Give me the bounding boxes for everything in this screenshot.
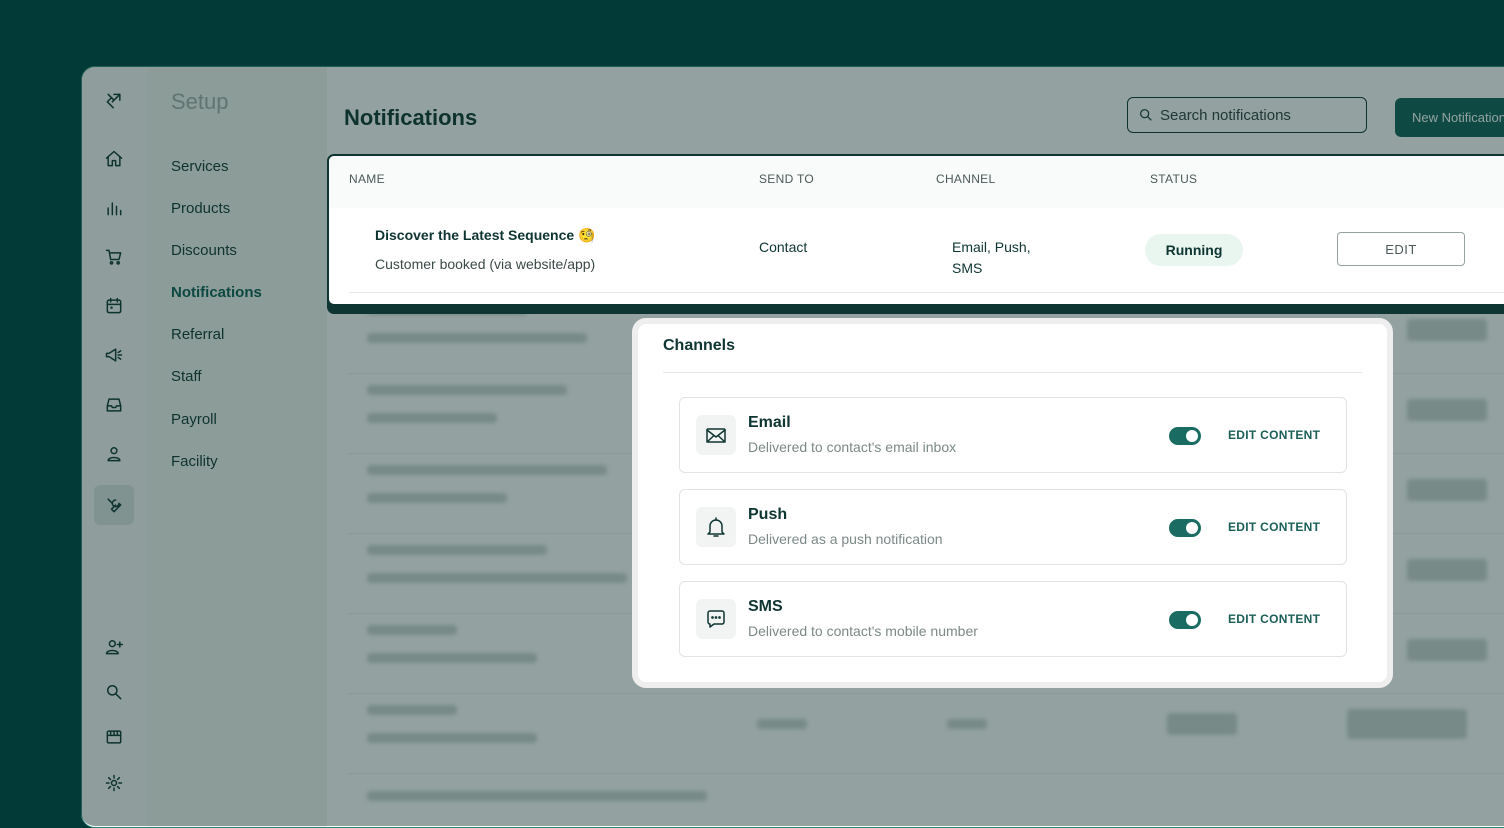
new-notification-button[interactable]: New Notification xyxy=(1395,98,1504,137)
nav-item-payroll[interactable]: Payroll xyxy=(171,411,217,428)
setup-title: Setup xyxy=(171,89,229,114)
icon-sidebar xyxy=(82,67,147,827)
store-icon[interactable] xyxy=(94,717,134,757)
main-content: Notifications Search notifications New N… xyxy=(327,67,1504,827)
table-row xyxy=(347,373,1504,454)
page-title: Notifications xyxy=(344,105,478,130)
cart-icon[interactable] xyxy=(94,237,134,277)
megaphone-icon[interactable] xyxy=(94,335,134,375)
nav-item-referral[interactable]: Referral xyxy=(171,326,224,343)
table-row xyxy=(347,453,1504,534)
table-row xyxy=(347,773,1504,827)
nav-item-products[interactable]: Products xyxy=(171,200,230,217)
logo-icon[interactable] xyxy=(94,81,134,121)
setup-nav: Setup Services Products Discounts Notifi… xyxy=(147,67,327,827)
user-icon[interactable] xyxy=(94,434,134,474)
add-user-icon[interactable] xyxy=(94,627,134,667)
nav-item-discounts[interactable]: Discounts xyxy=(171,242,237,259)
table-row xyxy=(347,533,1504,614)
home-icon[interactable] xyxy=(94,139,134,179)
app-window: Setup Services Products Discounts Notifi… xyxy=(81,66,1504,828)
wrench-icon[interactable] xyxy=(94,485,134,525)
table-row xyxy=(347,613,1504,694)
nav-item-services[interactable]: Services xyxy=(171,158,229,175)
nav-item-staff[interactable]: Staff xyxy=(171,368,202,385)
table-row xyxy=(347,693,1504,774)
inbox-icon[interactable] xyxy=(94,385,134,425)
search-icon[interactable] xyxy=(94,672,134,712)
search-icon xyxy=(1140,109,1152,121)
nav-item-notifications[interactable]: Notifications xyxy=(171,284,262,301)
calendar-icon[interactable] xyxy=(94,286,134,326)
settings-icon[interactable] xyxy=(94,763,134,803)
analytics-icon[interactable] xyxy=(94,188,134,228)
table-row xyxy=(347,293,1504,374)
search-input[interactable]: Search notifications xyxy=(1127,97,1367,133)
search-placeholder: Search notifications xyxy=(1160,106,1291,124)
nav-item-facility[interactable]: Facility xyxy=(171,453,218,470)
